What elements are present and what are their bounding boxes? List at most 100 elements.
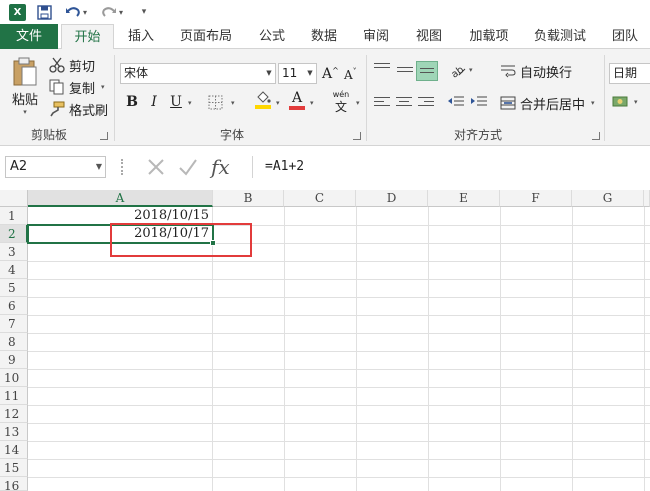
row-header[interactable]: 6 (0, 297, 28, 315)
grow-font-caret-icon: ^ (332, 65, 339, 75)
accounting-dropdown-icon[interactable]: ▾ (634, 98, 638, 106)
row-header[interactable]: 3 (0, 243, 28, 261)
font-size-combo[interactable]: 11 ▼ (278, 63, 317, 84)
enter-check-icon[interactable] (177, 156, 199, 178)
tab-home[interactable]: 开始 (61, 24, 114, 50)
align-middle-icon[interactable] (397, 67, 413, 81)
orientation-button[interactable]: ab ▾ (449, 62, 473, 78)
name-box[interactable]: A2 ▼ (5, 156, 106, 178)
decrease-indent-button[interactable] (447, 94, 465, 110)
gridline (572, 207, 573, 491)
redo-icon[interactable]: ▾ (98, 2, 126, 22)
insert-function-icon[interactable]: fx (211, 155, 230, 179)
grow-font-button[interactable]: A ^ (322, 64, 339, 84)
formula-input[interactable]: =A1+2 (252, 156, 650, 178)
row-header[interactable]: 12 (0, 405, 28, 423)
column-header-h[interactable] (644, 190, 650, 207)
align-bottom-icon[interactable] (416, 61, 438, 81)
tab-load-test[interactable]: 负载测试 (527, 24, 593, 49)
align-left-icon[interactable] (374, 97, 390, 111)
merge-dropdown-icon[interactable]: ▾ (591, 99, 595, 107)
row-header[interactable]: 1 (0, 207, 28, 225)
column-header-c[interactable]: C (284, 190, 356, 207)
fill-color-button[interactable] (253, 91, 273, 113)
undo-icon[interactable]: ▾ (62, 2, 90, 22)
increase-indent-button[interactable] (470, 94, 488, 110)
phonetic-dropdown-icon[interactable]: ▾ (356, 99, 360, 107)
row-header[interactable]: 5 (0, 279, 28, 297)
select-all-corner[interactable] (0, 190, 28, 207)
row-header[interactable]: 16 (0, 477, 28, 491)
phonetic-button[interactable]: wén 文 (328, 90, 354, 116)
tab-team[interactable]: 团队 (602, 24, 648, 49)
row-header[interactable]: 8 (0, 333, 28, 351)
gridline (284, 207, 285, 491)
row-header[interactable]: 15 (0, 459, 28, 477)
tab-data[interactable]: 数据 (302, 24, 346, 49)
borders-dropdown-icon[interactable]: ▾ (231, 99, 235, 107)
gridline (28, 477, 650, 478)
tab-insert[interactable]: 插入 (118, 24, 164, 49)
bold-button[interactable]: B (124, 93, 140, 111)
number-format-combo[interactable]: 日期 (609, 63, 650, 84)
italic-button[interactable]: I (146, 93, 162, 111)
tab-view[interactable]: 视图 (407, 24, 451, 49)
font-size-value: 11 (282, 66, 298, 80)
save-icon[interactable] (34, 2, 54, 22)
column-header-g[interactable]: G (572, 190, 644, 207)
shrink-font-button[interactable]: A ˅ (344, 66, 357, 84)
column-header-e[interactable]: E (428, 190, 500, 207)
row-header[interactable]: 9 (0, 351, 28, 369)
clipboard-launcher-icon[interactable] (100, 132, 108, 140)
fill-color-dropdown-icon[interactable]: ▾ (276, 99, 280, 107)
customize-icon[interactable]: ▾ (134, 2, 154, 22)
row-header[interactable]: 4 (0, 261, 28, 279)
column-header-f[interactable]: F (500, 190, 572, 207)
row-header[interactable]: 11 (0, 387, 28, 405)
wrap-text-button[interactable]: 自动换行 (500, 62, 572, 81)
row-header[interactable]: 10 (0, 369, 28, 387)
name-box-value: A2 (10, 159, 28, 174)
name-box-dropdown-icon[interactable]: ▼ (96, 157, 102, 177)
font-color-dropdown-icon[interactable]: ▾ (310, 99, 314, 107)
alignment-launcher-icon[interactable] (592, 132, 600, 140)
column-header-b[interactable]: B (213, 190, 284, 207)
tab-review[interactable]: 审阅 (354, 24, 398, 49)
row-header[interactable]: 7 (0, 315, 28, 333)
align-center-icon[interactable] (396, 97, 412, 111)
underline-dropdown-icon[interactable]: ▾ (188, 99, 192, 107)
align-right-icon[interactable] (418, 97, 434, 111)
font-color-button[interactable]: A (288, 90, 306, 114)
paste-dropdown-icon[interactable]: ▾ (23, 108, 27, 116)
tab-addins[interactable]: 加载项 (460, 24, 518, 49)
tab-formulas[interactable]: 公式 (250, 24, 294, 49)
redo-dropdown-icon[interactable]: ▾ (119, 8, 123, 17)
gridline (28, 423, 650, 424)
row-header[interactable]: 2 (0, 225, 28, 243)
underline-button[interactable]: U (168, 93, 184, 111)
accounting-format-button[interactable]: ▾ (612, 94, 638, 110)
gridline (28, 279, 650, 280)
spreadsheet-grid[interactable]: A B C D E F G 1 2 3 4 5 6 7 8 9 10 11 12… (0, 190, 650, 491)
tab-page-layout[interactable]: 页面布局 (172, 24, 240, 49)
tab-file[interactable]: 文件 (0, 24, 58, 49)
font-launcher-icon[interactable] (353, 132, 361, 140)
merge-center-button[interactable]: 合并后居中 ▾ (500, 94, 595, 113)
cut-button[interactable]: 剪切 (49, 56, 95, 75)
cancel-icon[interactable] (145, 156, 167, 178)
orientation-dropdown-icon[interactable]: ▾ (469, 66, 473, 74)
align-top-icon[interactable] (374, 63, 390, 77)
column-header-d[interactable]: D (356, 190, 428, 207)
font-size-dropdown-icon[interactable]: ▼ (304, 64, 316, 83)
format-painter-button[interactable]: 格式刷 (49, 100, 108, 119)
copy-button[interactable]: 复制 ▾ (49, 78, 105, 97)
paste-button[interactable]: 粘贴 ▾ (8, 57, 42, 119)
undo-dropdown-icon[interactable]: ▾ (83, 8, 87, 17)
row-header[interactable]: 13 (0, 423, 28, 441)
row-header[interactable]: 14 (0, 441, 28, 459)
font-name-combo[interactable]: 宋体 ▼ (120, 63, 276, 84)
font-name-dropdown-icon[interactable]: ▼ (263, 64, 275, 83)
borders-button[interactable] (208, 93, 226, 111)
column-header-a[interactable]: A (28, 190, 213, 207)
copy-dropdown-icon[interactable]: ▾ (101, 83, 105, 91)
